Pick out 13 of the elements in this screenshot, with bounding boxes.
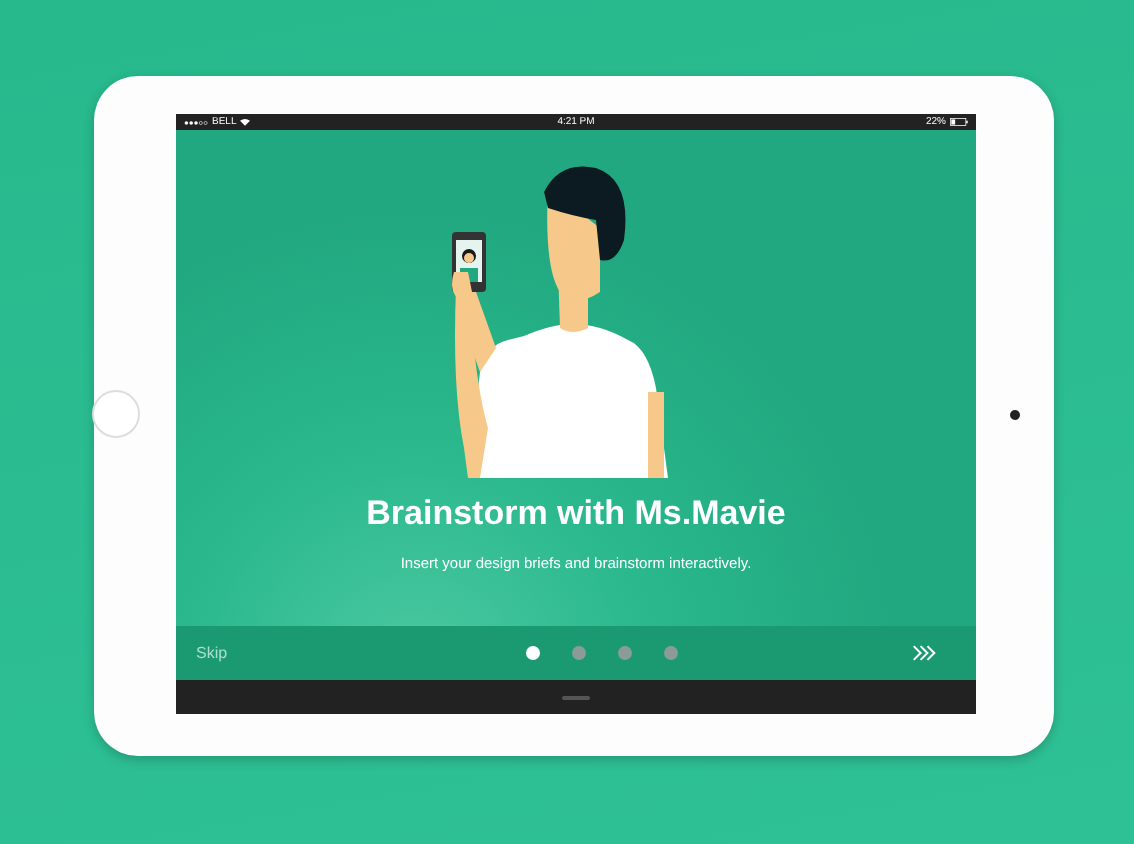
signal-icon	[184, 119, 208, 125]
next-chevrons-icon[interactable]	[912, 644, 936, 662]
wifi-icon	[240, 118, 251, 126]
page-indicator-dot[interactable]	[663, 646, 678, 660]
camera-icon	[1010, 409, 1020, 419]
page-indicator-dot[interactable]	[525, 646, 540, 660]
page-indicator-dot[interactable]	[617, 646, 632, 660]
battery-icon	[950, 118, 968, 126]
home-indicator	[562, 695, 590, 699]
onboarding-title: Brainstorm with Ms.Mavie	[366, 494, 786, 534]
home-button[interactable]	[91, 390, 139, 438]
page-indicator-dot[interactable]	[571, 646, 586, 660]
skip-button[interactable]: Skip	[192, 640, 232, 666]
